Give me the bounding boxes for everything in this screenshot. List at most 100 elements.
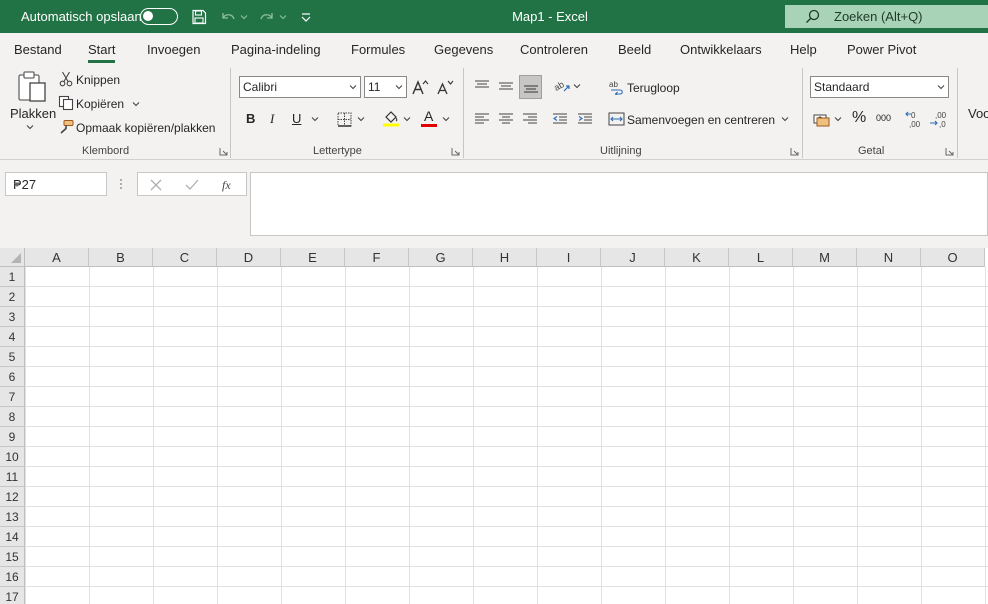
column-header[interactable]: H — [473, 248, 537, 267]
paste-icon[interactable] — [13, 69, 51, 105]
tab-controleren[interactable]: Controleren — [520, 42, 588, 57]
comma-style-button[interactable]: 000 — [876, 113, 891, 123]
borders-icon[interactable] — [335, 110, 353, 128]
row-header[interactable]: 7 — [0, 387, 25, 407]
font-launcher-icon[interactable] — [451, 147, 460, 156]
column-header[interactable]: L — [729, 248, 793, 267]
tab-gegevens[interactable]: Gegevens — [434, 42, 493, 57]
tab-help[interactable]: Help — [790, 42, 817, 57]
copy-button[interactable]: Kopiëren — [76, 97, 124, 111]
font-color-button[interactable]: A — [424, 108, 433, 124]
name-box[interactable]: P27 — [5, 172, 107, 196]
decrease-font-size-icon[interactable] — [436, 77, 454, 97]
row-header[interactable]: 8 — [0, 407, 25, 427]
tab-power-pivot[interactable]: Power Pivot — [847, 42, 916, 57]
font-color-dropdown-icon[interactable] — [441, 115, 451, 123]
align-bottom-icon[interactable] — [519, 75, 542, 99]
merge-center-button[interactable]: Samenvoegen en centreren — [627, 113, 775, 127]
conditional-formatting-button-partial[interactable]: Voo — [968, 106, 988, 121]
bold-button[interactable]: B — [246, 111, 255, 126]
column-header[interactable]: G — [409, 248, 473, 267]
row-header[interactable]: 15 — [0, 547, 25, 567]
column-header[interactable]: F — [345, 248, 409, 267]
column-header[interactable]: O — [921, 248, 985, 267]
column-header[interactable]: A — [25, 248, 89, 267]
align-center-icon[interactable] — [497, 110, 515, 128]
column-header[interactable]: J — [601, 248, 665, 267]
scissors-icon[interactable] — [58, 71, 74, 87]
align-middle-icon[interactable] — [497, 77, 515, 95]
paste-dropdown-icon[interactable] — [25, 123, 35, 131]
font-size-dropdown[interactable]: 11 — [364, 76, 407, 98]
decrease-decimal-icon[interactable]: ,00,0 — [929, 109, 949, 129]
copy-icon[interactable] — [57, 95, 74, 111]
number-launcher-icon[interactable] — [945, 147, 954, 156]
row-header[interactable]: 10 — [0, 447, 25, 467]
orientation-dropdown-icon[interactable] — [572, 82, 582, 90]
align-top-icon[interactable] — [473, 77, 491, 95]
column-header[interactable]: I — [537, 248, 601, 267]
row-header[interactable]: 3 — [0, 307, 25, 327]
increase-font-size-icon[interactable] — [411, 77, 429, 97]
row-header[interactable]: 13 — [0, 507, 25, 527]
increase-decimal-icon[interactable]: 0,00 — [905, 109, 925, 129]
row-header[interactable]: 14 — [0, 527, 25, 547]
row-header[interactable]: 9 — [0, 427, 25, 447]
format-painter-button[interactable]: Opmaak kopiëren/plakken — [76, 121, 215, 135]
borders-dropdown-icon[interactable] — [356, 115, 366, 123]
merge-center-icon[interactable] — [607, 110, 625, 128]
row-header[interactable]: 6 — [0, 367, 25, 387]
column-header[interactable]: K — [665, 248, 729, 267]
wrap-text-icon[interactable]: ab — [608, 78, 626, 96]
font-name-dropdown[interactable]: Calibri — [239, 76, 361, 98]
accounting-dropdown-icon[interactable] — [833, 115, 843, 123]
tab-bestand[interactable]: Bestand — [14, 42, 62, 57]
tab-invoegen[interactable]: Invoegen — [147, 42, 201, 57]
wrap-text-button[interactable]: Terugloop — [627, 81, 680, 95]
select-all-corner[interactable] — [0, 248, 25, 267]
copy-dropdown-icon[interactable] — [131, 100, 141, 108]
enter-icon[interactable] — [184, 177, 200, 193]
cancel-icon[interactable] — [148, 177, 164, 193]
row-header[interactable]: 16 — [0, 567, 25, 587]
underline-dropdown-icon[interactable] — [310, 115, 320, 123]
tab-formules[interactable]: Formules — [351, 42, 405, 57]
insert-function-icon[interactable]: fx — [220, 177, 238, 193]
number-format-dropdown[interactable]: Standaard — [810, 76, 949, 98]
paste-button[interactable]: Plakken — [10, 106, 56, 121]
cut-button[interactable]: Knippen — [76, 73, 120, 87]
column-header[interactable]: D — [217, 248, 281, 267]
orientation-icon[interactable]: ab — [552, 76, 572, 96]
column-header[interactable]: N — [857, 248, 921, 267]
column-header[interactable]: E — [281, 248, 345, 267]
column-header[interactable]: M — [793, 248, 857, 267]
row-header[interactable]: 4 — [0, 327, 25, 347]
clipboard-launcher-icon[interactable] — [219, 147, 228, 156]
row-header[interactable]: 12 — [0, 487, 25, 507]
column-header[interactable]: C — [153, 248, 217, 267]
italic-button[interactable]: I — [270, 111, 274, 127]
row-header[interactable]: 17 — [0, 587, 25, 604]
align-right-icon[interactable] — [521, 110, 539, 128]
row-header[interactable]: 1 — [0, 267, 25, 287]
drag-handle-icon[interactable] — [117, 177, 125, 191]
tab-start[interactable]: Start — [88, 42, 116, 63]
tab-ontwikkelaars[interactable]: Ontwikkelaars — [680, 42, 762, 57]
alignment-launcher-icon[interactable] — [790, 147, 799, 156]
column-header[interactable]: B — [89, 248, 153, 267]
fill-color-dropdown-icon[interactable] — [402, 115, 412, 123]
row-header[interactable]: 2 — [0, 287, 25, 307]
fill-color-icon[interactable] — [381, 108, 401, 128]
align-left-icon[interactable] — [473, 110, 491, 128]
merge-center-dropdown-icon[interactable] — [780, 115, 790, 123]
tab-pagina-indeling[interactable]: Pagina-indeling — [231, 42, 321, 57]
tab-beeld[interactable]: Beeld — [618, 42, 651, 57]
row-header[interactable]: 5 — [0, 347, 25, 367]
format-painter-icon[interactable] — [57, 119, 74, 135]
formula-input[interactable] — [250, 172, 988, 236]
decrease-indent-icon[interactable] — [551, 110, 569, 128]
accounting-format-icon[interactable] — [812, 110, 832, 128]
increase-indent-icon[interactable] — [576, 110, 594, 128]
row-header[interactable]: 11 — [0, 467, 25, 487]
underline-button[interactable]: U — [292, 111, 301, 126]
